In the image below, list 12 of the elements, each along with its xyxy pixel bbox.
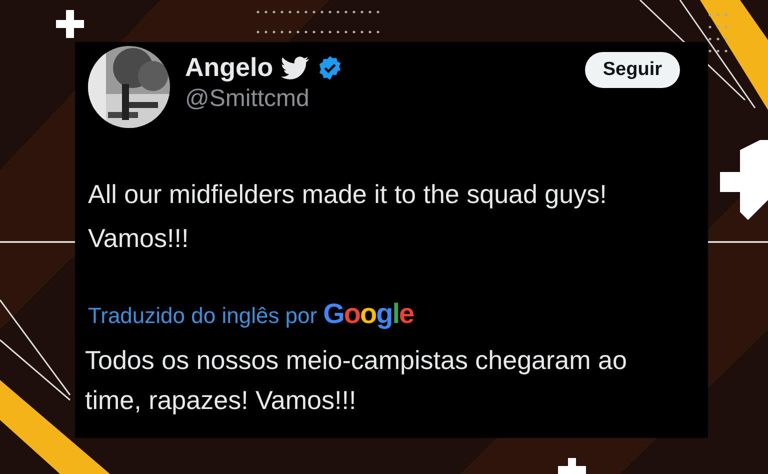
plus-icon [558,458,586,474]
tweet-text: All our midfielders made it to the squad guys! Vamos!!! [88,178,608,255]
plus-icon [720,140,768,220]
google-logo: Google [323,298,414,330]
author-handle: @Smittcmd [185,85,310,113]
author-name: Angelo [185,52,274,83]
plus-icon [56,10,84,38]
translation-label[interactable]: Traduzido do inglês por [88,303,318,329]
bird-icon [281,56,310,80]
follow-button[interactable]: Seguir [584,52,680,88]
translated-text: Todos os nossos meio-campistas chegaram ao time, rapazes! Vamos!!! [85,344,628,417]
divider-line [708,241,768,243]
